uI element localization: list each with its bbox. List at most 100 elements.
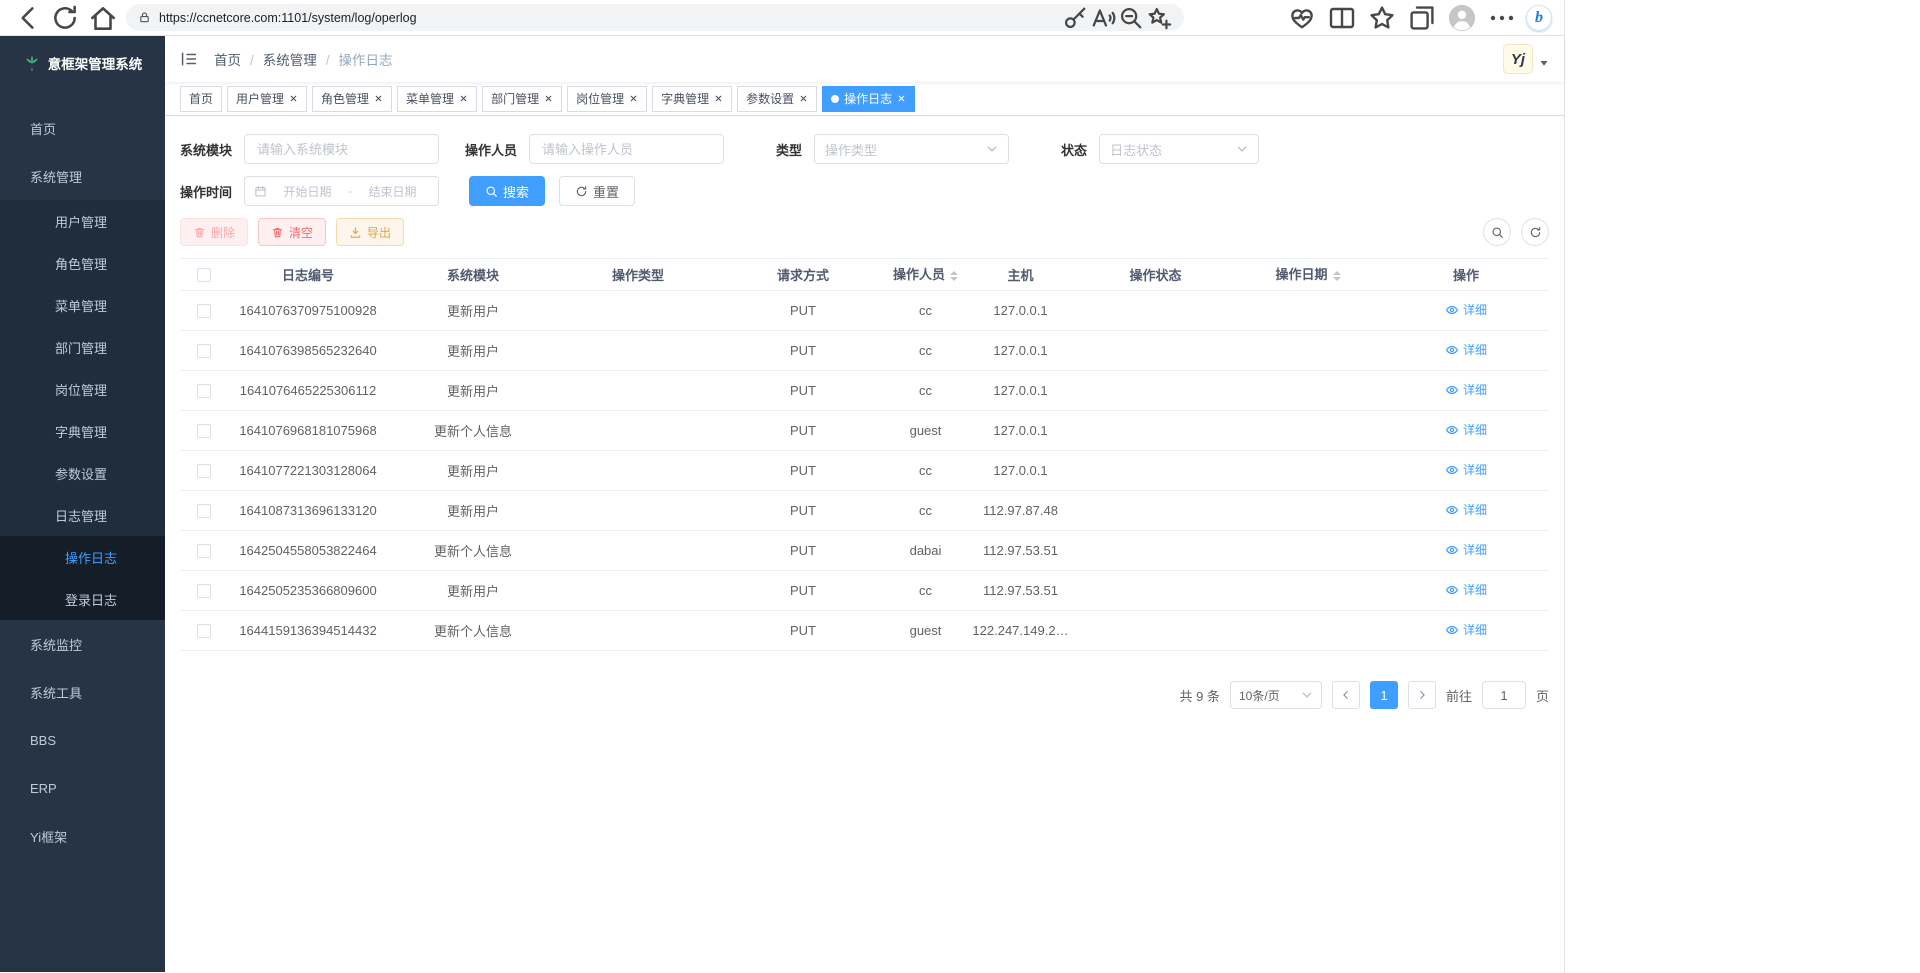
sidebar-menu-item[interactable]: 角色管理 — [0, 242, 165, 284]
sidebar-menu-item[interactable]: 系统工具 — [0, 668, 165, 716]
tab[interactable]: 字典管理 — [652, 86, 732, 112]
sidebar-menu-item[interactable]: 菜单管理 — [0, 284, 165, 326]
detail-link[interactable]: 详细 — [1445, 461, 1487, 478]
detail-link[interactable]: 详细 — [1445, 541, 1487, 558]
user-avatar[interactable]: Yj — [1503, 44, 1533, 74]
tab-close-icon[interactable] — [289, 94, 298, 103]
date-end-placeholder: 结束日期 — [356, 183, 429, 200]
row-checkbox[interactable] — [197, 344, 211, 358]
date-range-picker[interactable]: 开始日期 - 结束日期 — [244, 176, 439, 206]
sidebar-menu-item[interactable]: 首页 — [0, 104, 165, 152]
favorites-icon[interactable] — [1368, 4, 1396, 32]
sidebar-menu-item[interactable]: 字典管理 — [0, 410, 165, 452]
sidebar-menu-item[interactable]: 岗位管理 — [0, 368, 165, 410]
prev-page-button[interactable] — [1332, 681, 1360, 709]
sidebar-menu-item[interactable]: 系统监控 — [0, 620, 165, 668]
sidebar-toggle-icon[interactable] — [180, 50, 198, 68]
sidebar-menu-item[interactable]: 用户管理 — [0, 200, 165, 242]
row-checkbox[interactable] — [197, 624, 211, 638]
clear-button[interactable]: 清空 — [258, 218, 326, 246]
toggle-search-button[interactable] — [1483, 218, 1511, 246]
favorite-add-icon[interactable] — [1146, 6, 1172, 30]
sidebar-menu-item[interactable]: ERP — [0, 764, 165, 812]
operator-input[interactable] — [529, 134, 724, 164]
detail-link[interactable]: 详细 — [1445, 421, 1487, 438]
detail-link[interactable]: 详细 — [1445, 621, 1487, 638]
status-select-placeholder: 日志状态 — [1110, 140, 1236, 159]
row-checkbox[interactable] — [197, 424, 211, 438]
read-aloud-icon[interactable] — [1090, 6, 1116, 30]
tab[interactable]: 菜单管理 — [397, 86, 477, 112]
tab[interactable]: 参数设置 — [737, 86, 817, 112]
breadcrumb-item[interactable]: 系统管理 — [263, 49, 339, 69]
detail-link[interactable]: 详细 — [1445, 501, 1487, 518]
sidebar-menu-item[interactable]: 部门管理 — [0, 326, 165, 368]
breadcrumb-item[interactable]: 首页 — [214, 49, 263, 69]
row-checkbox[interactable] — [197, 464, 211, 478]
sidebar-menu-item[interactable]: 操作日志 — [0, 536, 165, 578]
menu-item-label: ERP — [30, 781, 57, 796]
next-page-button[interactable] — [1408, 681, 1436, 709]
module-input[interactable] — [244, 134, 439, 164]
goto-page-input[interactable] — [1482, 681, 1526, 709]
sidebar-menu-item[interactable]: 参数设置 — [0, 452, 165, 494]
eye-icon — [1445, 383, 1459, 397]
menu-item-label: 菜单管理 — [55, 296, 107, 315]
detail-link[interactable]: 详细 — [1445, 341, 1487, 358]
row-checkbox[interactable] — [197, 584, 211, 598]
row-checkbox[interactable] — [197, 544, 211, 558]
tab[interactable]: 角色管理 — [312, 86, 392, 112]
sidebar-menu-item[interactable]: 登录日志 — [0, 578, 165, 620]
tab-close-icon[interactable] — [629, 94, 638, 103]
detail-link[interactable]: 详细 — [1445, 381, 1487, 398]
tab-close-icon[interactable] — [544, 94, 553, 103]
type-select[interactable]: 操作类型 — [814, 134, 1009, 164]
tab-close-icon[interactable] — [714, 94, 723, 103]
select-all-checkbox[interactable] — [197, 268, 211, 282]
page-number-current[interactable]: 1 — [1370, 681, 1398, 709]
reset-button[interactable]: 重置 — [559, 176, 635, 206]
back-icon[interactable] — [12, 4, 42, 32]
page-size-select[interactable]: 10条/页 — [1230, 681, 1322, 709]
copilot-icon[interactable]: b — [1526, 5, 1552, 31]
detail-link[interactable]: 详细 — [1445, 301, 1487, 318]
tab-close-icon[interactable] — [374, 94, 383, 103]
split-screen-icon[interactable] — [1328, 4, 1356, 32]
row-checkbox[interactable] — [197, 304, 211, 318]
home-icon[interactable] — [88, 4, 118, 32]
export-button[interactable]: 导出 — [336, 218, 404, 246]
sidebar-menu-item[interactable]: BBS — [0, 716, 165, 764]
search-button[interactable]: 搜索 — [469, 176, 545, 206]
caret-down-icon[interactable] — [1539, 58, 1549, 68]
collections-icon[interactable] — [1408, 4, 1436, 32]
sidebar-menu-item[interactable]: 日志管理 — [0, 494, 165, 536]
tab[interactable]: 岗位管理 — [567, 86, 647, 112]
sort-caret-icon[interactable] — [950, 267, 958, 285]
tab-close-icon[interactable] — [897, 94, 906, 103]
tab[interactable]: 部门管理 — [482, 86, 562, 112]
breadcrumb-item[interactable]: 操作日志 — [339, 49, 393, 69]
tab[interactable]: 操作日志 — [822, 86, 915, 112]
profile-icon[interactable] — [1448, 4, 1476, 32]
sidebar-menu-item[interactable]: Yi框架 — [0, 812, 165, 860]
zoom-icon[interactable] — [1118, 6, 1144, 30]
row-checkbox[interactable] — [197, 384, 211, 398]
tab[interactable]: 用户管理 — [227, 86, 307, 112]
browser-essentials-icon[interactable] — [1288, 4, 1316, 32]
detail-link[interactable]: 详细 — [1445, 581, 1487, 598]
app-logo[interactable]: 意框架管理系统 — [0, 36, 165, 90]
tab-close-icon[interactable] — [459, 94, 468, 103]
tab-close-icon[interactable] — [799, 94, 808, 103]
status-select[interactable]: 日志状态 — [1099, 134, 1259, 164]
reload-icon[interactable] — [50, 4, 80, 32]
tab[interactable]: 首页 — [180, 86, 222, 112]
password-key-icon[interactable] — [1062, 6, 1088, 30]
sort-caret-icon[interactable] — [1333, 267, 1341, 285]
address-bar[interactable]: https://ccnetcore.com:1101/system/log/op… — [126, 4, 1184, 31]
row-checkbox[interactable] — [197, 504, 211, 518]
date-separator: - — [348, 184, 352, 198]
sidebar-menu-item[interactable]: 系统管理 — [0, 152, 165, 200]
delete-button[interactable]: 删除 — [180, 218, 248, 246]
refresh-table-button[interactable] — [1521, 218, 1549, 246]
more-icon[interactable] — [1488, 4, 1516, 32]
